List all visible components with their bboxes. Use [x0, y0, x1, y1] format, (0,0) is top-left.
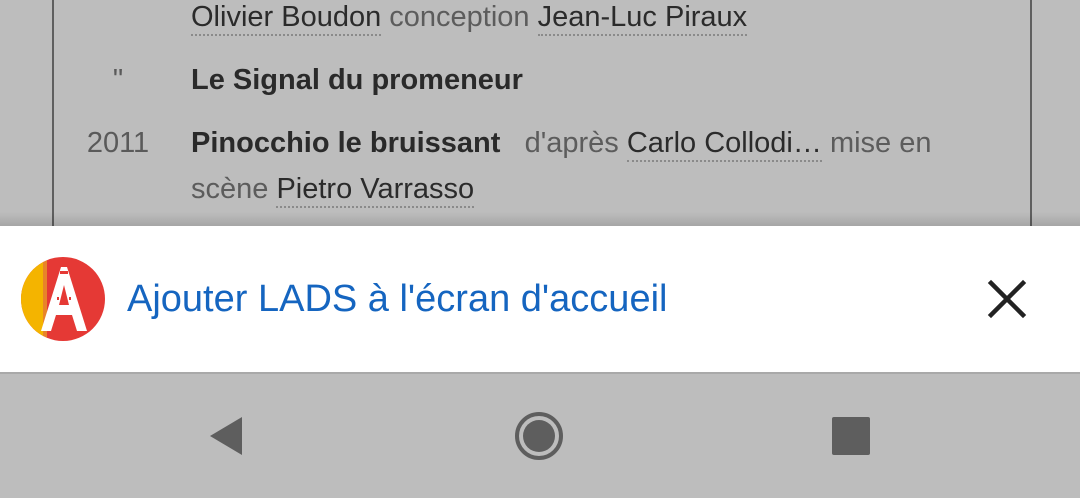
home-button[interactable]	[509, 406, 569, 466]
recents-button[interactable]	[821, 406, 881, 466]
after-prefix: d'après	[524, 127, 619, 159]
home-circle-icon	[515, 412, 563, 460]
year-cell: 2011	[86, 127, 150, 159]
staging-label-cont: scène	[191, 173, 269, 205]
page-content: Olivier Boudon conception Jean-Luc Pirau…	[0, 0, 1080, 226]
install-banner: Ajouter LADS à l'écran d'accueil	[0, 226, 1080, 374]
system-nav-bar	[0, 374, 1080, 498]
banner-shadow	[0, 212, 1080, 226]
director-link[interactable]: Pietro Varrasso	[276, 173, 475, 208]
person-link[interactable]: Jean-Luc Piraux	[537, 1, 748, 36]
back-button[interactable]	[196, 406, 256, 466]
add-to-home-screen-label[interactable]: Ajouter LADS à l'écran d'accueil	[127, 276, 667, 322]
work-title: Pinocchio le bruissant	[191, 127, 501, 159]
close-icon	[987, 279, 1027, 319]
close-button[interactable]	[976, 268, 1038, 330]
year-cell: "	[112, 64, 124, 96]
back-triangle-icon	[210, 417, 242, 455]
person-link[interactable]: Olivier Boudon	[191, 1, 382, 36]
staging-label: mise en	[829, 127, 932, 159]
work-title: Le Signal du promeneur	[191, 64, 523, 96]
role-label: conception	[389, 1, 530, 33]
lads-app-icon[interactable]	[21, 257, 105, 341]
author-link[interactable]: Carlo Collodi…	[626, 127, 822, 162]
recents-square-icon	[832, 417, 870, 455]
